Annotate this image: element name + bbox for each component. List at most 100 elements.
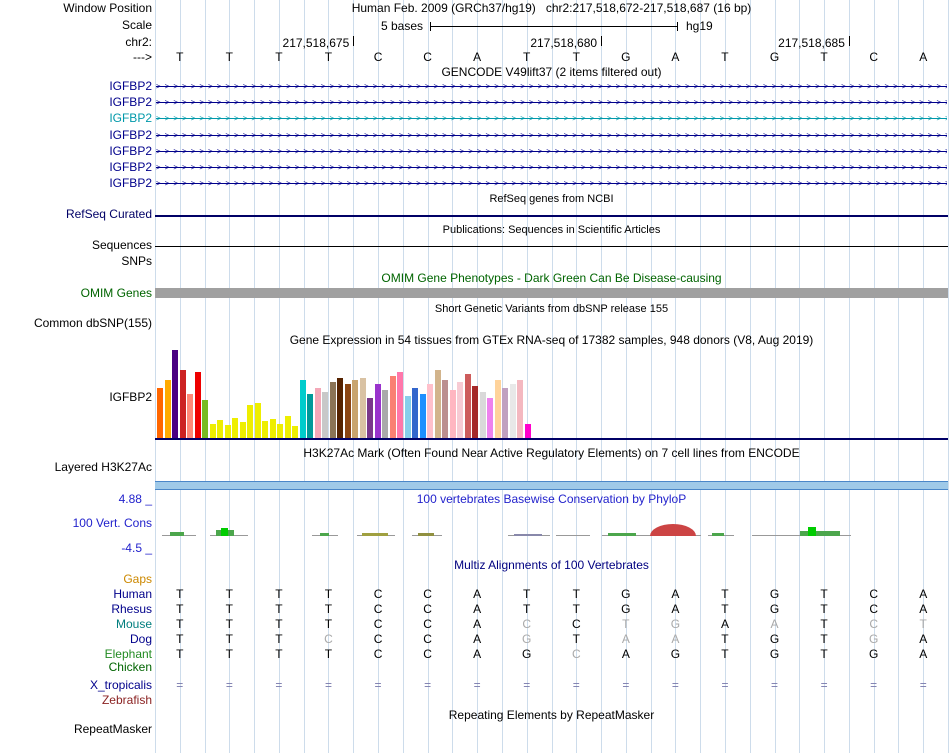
gtex-tissue-bar[interactable]: [382, 390, 388, 438]
gene-label-igfbp2[interactable]: IGFBP2: [0, 80, 152, 93]
gtex-tissue-bar[interactable]: [487, 398, 493, 438]
track-label-repeatmasker[interactable]: RepeatMasker: [0, 723, 152, 736]
species-label-chicken[interactable]: Chicken: [0, 661, 152, 674]
gtex-tissue-bar[interactable]: [299, 380, 306, 438]
gtex-tissue-bar[interactable]: [232, 418, 238, 438]
track-title-omim[interactable]: OMIM Gene Phenotypes - Dark Green Can Be…: [155, 272, 948, 285]
gtex-tissue-bar[interactable]: [404, 396, 411, 438]
track-label-omim-genes[interactable]: OMIM Genes: [0, 287, 152, 300]
gtex-tissue-bar[interactable]: [179, 370, 186, 438]
gtex-tissue-bar[interactable]: [464, 374, 471, 438]
gtex-tissue-bar[interactable]: [239, 422, 246, 438]
gtex-tissue-bar[interactable]: [427, 384, 433, 438]
track-label-refseq-curated[interactable]: RefSeq Curated: [0, 208, 152, 221]
track-title-h3k27ac[interactable]: H3K27Ac Mark (Often Found Near Active Re…: [155, 447, 948, 460]
gtex-tissue-bar[interactable]: [419, 394, 426, 438]
gtex-tissue-bar[interactable]: [524, 424, 531, 438]
gtex-tissue-bar[interactable]: [367, 398, 373, 438]
gtex-tissue-bar[interactable]: [277, 424, 283, 438]
gtex-tissue-bar[interactable]: [292, 426, 298, 438]
gtex-tissue-bar[interactable]: [502, 388, 508, 438]
alignment-base: A: [473, 602, 482, 616]
alignment-base: T: [275, 632, 283, 646]
track-title-gtex[interactable]: Gene Expression in 54 tissues from GTEx …: [155, 334, 948, 347]
gtex-tissue-bar[interactable]: [359, 378, 366, 438]
gtex-tissue-bar[interactable]: [449, 390, 456, 438]
gene-label-igfbp2[interactable]: IGFBP2: [0, 129, 152, 142]
species-label-dog[interactable]: Dog: [0, 633, 152, 646]
track-title-multiz[interactable]: Multiz Alignments of 100 Vertebrates: [155, 559, 948, 572]
track-label-gaps[interactable]: Gaps: [0, 573, 152, 586]
track-label-sequences[interactable]: Sequences: [0, 239, 152, 252]
track-label-snps[interactable]: SNPs: [0, 255, 152, 268]
gene-label-igfbp2[interactable]: IGFBP2: [0, 145, 152, 158]
gtex-tissue-bar[interactable]: [209, 424, 216, 438]
gtex-tissue-bar[interactable]: [344, 384, 351, 438]
gtex-tissue-bar[interactable]: [262, 421, 268, 438]
gene-label-igfbp2[interactable]: IGFBP2: [0, 177, 152, 190]
track-title-gencode[interactable]: GENCODE V49lift37 (2 items filtered out): [155, 66, 948, 79]
species-label-rhesus[interactable]: Rhesus: [0, 603, 152, 616]
gtex-tissue-bar[interactable]: [172, 350, 178, 438]
gene-label-igfbp2[interactable]: IGFBP2: [0, 96, 152, 109]
gtex-tissue-bar[interactable]: [254, 403, 261, 438]
gtex-tissue-bar[interactable]: [374, 384, 381, 438]
species-label-zebrafish[interactable]: Zebrafish: [0, 694, 152, 707]
gene-transcript-line[interactable]: >>>>>>>>>>>>>>>>>>>>>>>>>>>>>>>>>>>>>>>>…: [156, 145, 947, 158]
gtex-tissue-bar[interactable]: [307, 394, 313, 438]
gtex-tissue-bar[interactable]: [412, 388, 418, 438]
gtex-tissue-bar[interactable]: [352, 380, 358, 438]
gtex-tissue-bar[interactable]: [397, 372, 403, 438]
sequences-item-line[interactable]: [155, 246, 948, 247]
gene-transcript-line[interactable]: >>>>>>>>>>>>>>>>>>>>>>>>>>>>>>>>>>>>>>>>…: [156, 112, 947, 125]
gtex-tissue-bar[interactable]: [479, 392, 486, 438]
gtex-tissue-bar[interactable]: [314, 388, 321, 438]
gtex-tissue-bar[interactable]: [337, 378, 343, 438]
gtex-tissue-bar[interactable]: [269, 419, 276, 438]
species-label-human[interactable]: Human: [0, 588, 152, 601]
species-label-x_tropicalis[interactable]: X_tropicalis: [0, 679, 152, 692]
gtex-tissue-bar[interactable]: [329, 382, 336, 438]
omim-gene-bar[interactable]: [155, 288, 948, 298]
track-title-conservation[interactable]: 100 vertebrates Basewise Conservation by…: [155, 493, 948, 506]
track-label-conservation[interactable]: 100 Vert. Cons: [0, 517, 152, 530]
gtex-tissue-bar[interactable]: [434, 370, 441, 438]
track-label-gtex-gene[interactable]: IGFBP2: [0, 391, 152, 404]
track-title-repeatmasker[interactable]: Repeating Elements by RepeatMasker: [155, 709, 948, 722]
gene-label-igfbp2[interactable]: IGFBP2: [0, 161, 152, 174]
species-label-mouse[interactable]: Mouse: [0, 618, 152, 631]
gene-transcript-line[interactable]: >>>>>>>>>>>>>>>>>>>>>>>>>>>>>>>>>>>>>>>>…: [156, 161, 947, 174]
gtex-tissue-bar[interactable]: [389, 376, 396, 438]
gtex-tissue-bar[interactable]: [217, 420, 223, 438]
gtex-tissue-bar[interactable]: [157, 388, 163, 438]
gtex-tissue-bar[interactable]: [457, 382, 463, 438]
gtex-tissue-bar[interactable]: [202, 400, 208, 438]
alignment-gap-symbol: =: [225, 678, 233, 692]
gtex-tissue-bar[interactable]: [442, 380, 448, 438]
refseq-curated-gene-line[interactable]: [155, 215, 948, 217]
gtex-tissue-bar[interactable]: [224, 425, 231, 438]
gtex-tissue-bar[interactable]: [284, 416, 291, 438]
track-title-publications[interactable]: Publications: Sequences in Scientific Ar…: [155, 224, 948, 237]
gtex-tissue-bar[interactable]: [494, 380, 501, 438]
gene-label-igfbp2[interactable]: IGFBP2: [0, 112, 152, 125]
gtex-tissue-bar[interactable]: [247, 405, 253, 438]
gene-transcript-line[interactable]: >>>>>>>>>>>>>>>>>>>>>>>>>>>>>>>>>>>>>>>>…: [156, 129, 947, 142]
gene-transcript-line[interactable]: >>>>>>>>>>>>>>>>>>>>>>>>>>>>>>>>>>>>>>>>…: [156, 96, 947, 109]
track-label-common-dbsnp[interactable]: Common dbSNP(155): [0, 317, 152, 330]
gtex-tissue-bar[interactable]: [194, 372, 201, 438]
alignment-base: A: [720, 617, 729, 631]
gene-transcript-line[interactable]: >>>>>>>>>>>>>>>>>>>>>>>>>>>>>>>>>>>>>>>>…: [156, 80, 947, 93]
gene-transcript-line[interactable]: >>>>>>>>>>>>>>>>>>>>>>>>>>>>>>>>>>>>>>>>…: [156, 177, 947, 190]
h3k27ac-signal-bar[interactable]: [155, 481, 948, 490]
gtex-tissue-bar[interactable]: [187, 394, 193, 438]
gtex-tissue-bar[interactable]: [517, 380, 523, 438]
gtex-tissue-bar[interactable]: [509, 384, 516, 438]
track-title-dbsnp[interactable]: Short Genetic Variants from dbSNP releas…: [155, 303, 948, 316]
gtex-tissue-bar[interactable]: [322, 392, 328, 438]
gtex-tissue-bar[interactable]: [472, 386, 478, 438]
track-title-refseq[interactable]: RefSeq genes from NCBI: [155, 193, 948, 206]
gtex-tissue-bar[interactable]: [164, 380, 171, 438]
strand-direction-label: --->: [133, 50, 152, 64]
track-label-h3k27ac[interactable]: Layered H3K27Ac: [0, 461, 152, 474]
